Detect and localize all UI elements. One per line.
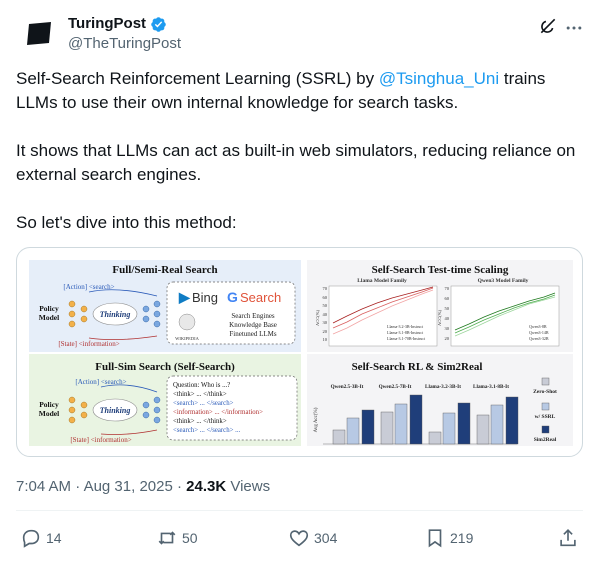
bing-logo: ▶ (178, 289, 191, 305)
views-count: 24.3K (186, 478, 227, 495)
wikipedia-label: WIKIPEDIA (175, 336, 199, 341)
svg-text:Qwen2.5-7B-It: Qwen2.5-7B-It (379, 384, 412, 390)
rl-y-axis-label: Avg Acc(%) (314, 407, 319, 432)
engines-item-3: Finetuned LLMs (229, 330, 277, 338)
llama-y-ticks: 70 60 50 40 30 20 10 (323, 286, 328, 342)
svg-text:70: 70 (445, 286, 450, 291)
tweet-paragraph-3: So let's dive into this method: (16, 213, 237, 232)
svg-text:20: 20 (445, 336, 450, 341)
tweet-text: Self-Search Reinforcement Learning (SSRL… (16, 67, 583, 259)
qwen-legend: Qwen3-8B Qwen3-14B Qwen3-32B (529, 324, 549, 341)
views-label: Views (230, 478, 271, 495)
svg-text:Sim2Real: Sim2Real (534, 437, 557, 443)
qa-line-5: <think> ... </think> (173, 418, 227, 425)
svg-text:Qwen3-8B: Qwen3-8B (529, 324, 547, 329)
like-count: 304 (314, 530, 338, 546)
bookmark-icon (428, 529, 442, 548)
svg-text:60: 60 (323, 295, 328, 300)
bing-label: Bing (192, 290, 218, 305)
qa-line-2: <think> ... </think> (173, 391, 227, 398)
reply-icon (22, 529, 40, 548)
repost-button[interactable]: 50 (156, 526, 198, 550)
method-figure: Full/Semi-Real Search [Action] <search> … (29, 260, 573, 446)
qwen-y-axis-label: ACC(%) (437, 310, 442, 326)
svg-text:30: 30 (323, 320, 328, 325)
heart-icon (289, 530, 309, 547)
svg-text:Llama-3.1-8B-It: Llama-3.1-8B-It (473, 384, 509, 390)
engines-item-2: Knowledge Base (229, 321, 277, 329)
author-handle[interactable]: @TheTuringPost (68, 34, 181, 54)
reply-button[interactable]: 14 (20, 526, 62, 550)
author-block: TuringPost @TheTuringPost (68, 14, 181, 54)
svg-text:Qwen3-14B: Qwen3-14B (529, 330, 549, 335)
svg-text:w/ SSRL: w/ SSRL (535, 414, 556, 420)
llama-y-axis-label: ACC(%) (315, 310, 320, 326)
engines-item-1: Search Engines (231, 312, 275, 320)
share-button[interactable] (557, 526, 579, 550)
tweet-header: TuringPost @TheTuringPost (16, 12, 583, 56)
state-tag-top: [State] <information> (58, 340, 119, 348)
svg-text:10: 10 (323, 337, 328, 342)
svg-text:60: 60 (445, 296, 450, 301)
avatar[interactable] (24, 18, 54, 48)
svg-text:40: 40 (445, 316, 450, 321)
tweet-actions: 14 50 304 219 (16, 526, 583, 550)
tweet-paragraph-2: It shows that LLMs can act as built-in w… (16, 141, 576, 184)
more-options-icon[interactable] (564, 18, 584, 38)
llama-family-label: Llama Model Family (357, 278, 407, 284)
share-icon (560, 529, 576, 547)
qa-line-3: <search> ... </search> (173, 400, 234, 407)
state-tag-bottom: [State] <information> (70, 436, 131, 444)
google-logo: G (227, 289, 238, 305)
scaling-title: Self-Search Test-time Scaling (372, 264, 509, 276)
svg-text:Zero-Shot: Zero-Shot (533, 389, 557, 395)
svg-text:50: 50 (323, 303, 328, 308)
policy-label-bottom: Policy (39, 400, 59, 409)
author-display-name[interactable]: TuringPost (68, 14, 167, 34)
svg-text:20: 20 (323, 329, 328, 334)
grok-icon[interactable] (538, 16, 558, 36)
llama-legend: Llama-3.2-3B-Instruct Llama-3.1-8B-Instr… (387, 324, 426, 341)
wikipedia-logo (178, 313, 196, 331)
bookmark-count: 219 (450, 530, 474, 546)
svg-text:Qwen3-32B: Qwen3-32B (529, 336, 549, 341)
like-button[interactable]: 304 (288, 526, 337, 550)
svg-text:40: 40 (323, 312, 328, 317)
model-label-bottom: Model (39, 409, 59, 418)
svg-text:Llama-3.1-70B-Instruct: Llama-3.1-70B-Instruct (387, 336, 426, 341)
qa-line-4: <information> ... </information> (173, 409, 263, 416)
reply-count: 14 (46, 530, 62, 546)
actions-divider (16, 510, 583, 511)
tweet-time[interactable]: 7:04 AM (16, 478, 71, 495)
verified-badge-icon (151, 16, 166, 32)
svg-text:Llama-3.2-3B-Instruct: Llama-3.2-3B-Instruct (387, 324, 424, 329)
tweet-media-image[interactable]: Full/Semi-Real Search [Action] <search> … (16, 247, 583, 457)
mention-link[interactable]: @Tsinghua_Uni (379, 69, 499, 88)
repost-count: 50 (182, 530, 198, 546)
model-label-top: Model (39, 313, 59, 322)
svg-text:Llama-3.2-3B-It: Llama-3.2-3B-It (425, 384, 461, 390)
rl-title: Self-Search RL & Sim2Real (352, 361, 483, 373)
tweet-date[interactable]: Aug 31, 2025 (84, 478, 173, 495)
svg-text:30: 30 (445, 326, 450, 331)
real-search-title: Full/Semi-Real Search (112, 264, 217, 276)
svg-text:Qwen2.5-3B-It: Qwen2.5-3B-It (331, 384, 364, 390)
svg-text:Llama-3.1-8B-Instruct: Llama-3.1-8B-Instruct (387, 330, 424, 335)
thinking-label-bottom: Thinking (100, 406, 131, 415)
thinking-label-top: Thinking (100, 310, 131, 319)
google-search-label: Search (240, 290, 281, 305)
meta-separator: · (176, 478, 187, 495)
svg-text:70: 70 (323, 286, 328, 291)
policy-label-top: Policy (39, 304, 59, 313)
repost-icon (158, 531, 176, 545)
sim-search-title: Full-Sim Search (Self-Search) (95, 361, 235, 373)
tweet-paragraph-1: Self-Search Reinforcement Learning (SSRL… (16, 69, 546, 112)
bookmark-button[interactable]: 219 (424, 526, 473, 550)
tweet-meta: 7:04 AM · Aug 31, 2025 · 24.3K Views (16, 477, 270, 497)
qa-line-1: Question: Who is ...? (173, 382, 230, 389)
svg-text:50: 50 (445, 306, 450, 311)
qa-line-6: <search> ... </search> ... (173, 427, 241, 434)
meta-separator: · (75, 478, 84, 495)
qwen-family-label: Qwen3 Model Family (478, 278, 529, 284)
